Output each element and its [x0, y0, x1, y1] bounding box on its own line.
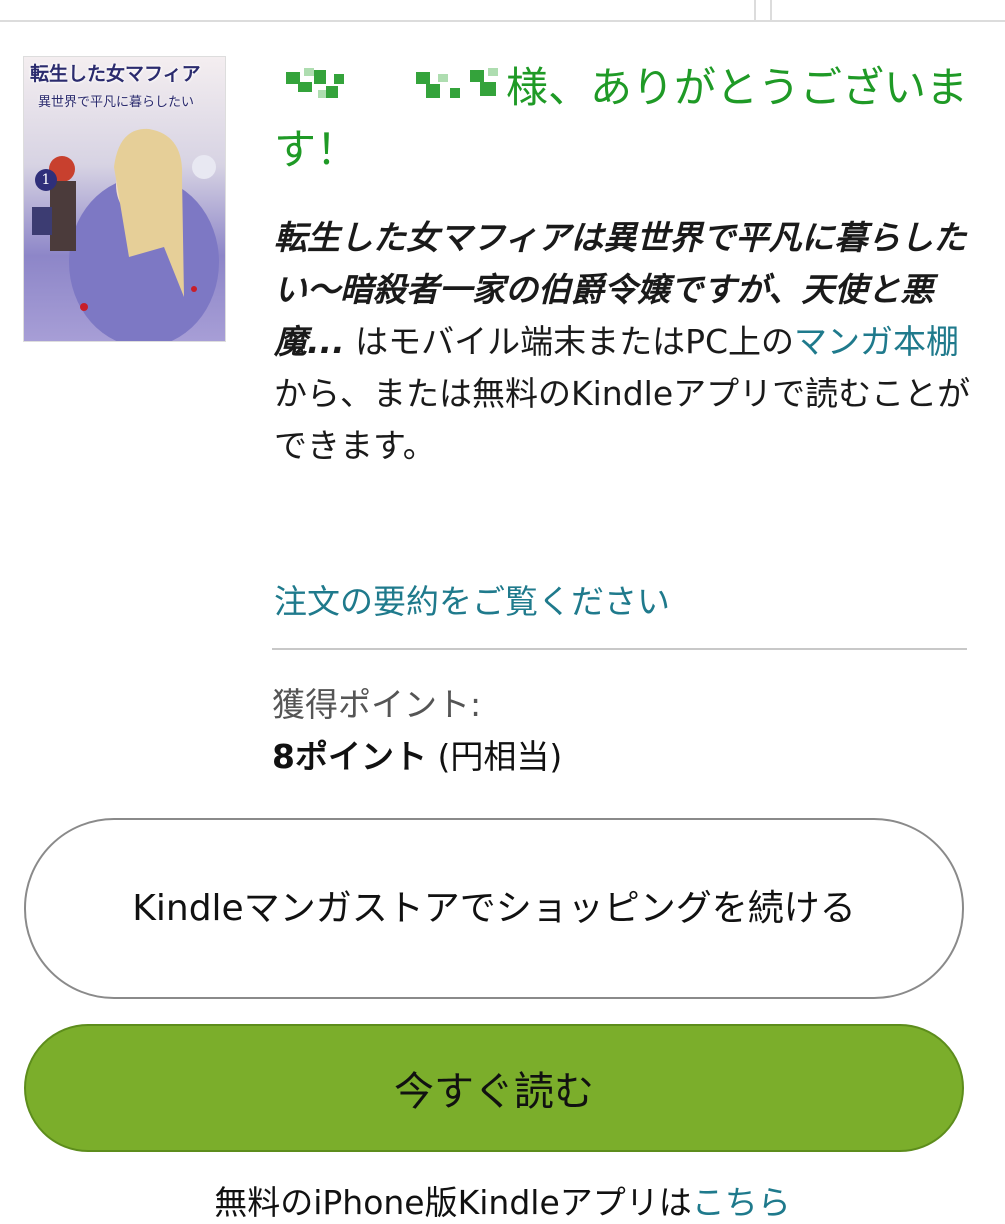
- tab-separator: [770, 0, 772, 20]
- iphone-app-link[interactable]: こちら: [692, 1183, 791, 1222]
- divider: [272, 648, 967, 650]
- iphone-app-footer: 無料のiPhone版Kindleアプリはこちら: [0, 1176, 1005, 1224]
- manga-library-link[interactable]: マンガ本棚: [794, 322, 959, 361]
- cover-subtitle: 異世界で平凡に暮らしたい: [38, 95, 195, 110]
- redacted-username: [274, 63, 504, 107]
- continue-shopping-label: Kindleマンガストアでショッピングを続ける: [132, 887, 856, 929]
- message-text-1: はモバイル端末またはPC上の: [344, 322, 795, 361]
- book-cover-image[interactable]: 転生した女マフィア 異世界で平凡に暮らしたい 1: [23, 56, 226, 342]
- read-now-label: 今すぐ読む: [394, 1069, 594, 1115]
- points-amount: 8ポイント: [272, 737, 427, 776]
- delivery-message: 転生した女マフィアは異世界で平凡に暮らしたい〜暗殺者一家の伯爵令嬢ですが、天使と…: [274, 212, 979, 472]
- cover-volume-badge: 1: [35, 169, 57, 191]
- points-equivalent: (円相当): [437, 737, 563, 776]
- cover-title: 転生した女マフィア: [30, 63, 201, 85]
- thank-you-message: 様、ありがとうございます！: [274, 57, 974, 181]
- footer-text: 無料のiPhone版Kindleアプリは: [214, 1183, 692, 1222]
- tab-separator: [754, 0, 756, 20]
- read-now-button[interactable]: 今すぐ読む: [24, 1024, 964, 1152]
- order-summary-link[interactable]: 注文の要約をご覧ください: [274, 575, 670, 623]
- continue-shopping-button[interactable]: Kindleマンガストアでショッピングを続ける: [24, 818, 964, 999]
- points-label: 獲得ポイント:: [272, 685, 482, 724]
- message-text-2: から、または無料のKindleアプリで読むことができます。: [274, 374, 971, 465]
- top-tab-bar: [0, 0, 1005, 22]
- points-value: 8ポイント (円相当): [272, 730, 562, 778]
